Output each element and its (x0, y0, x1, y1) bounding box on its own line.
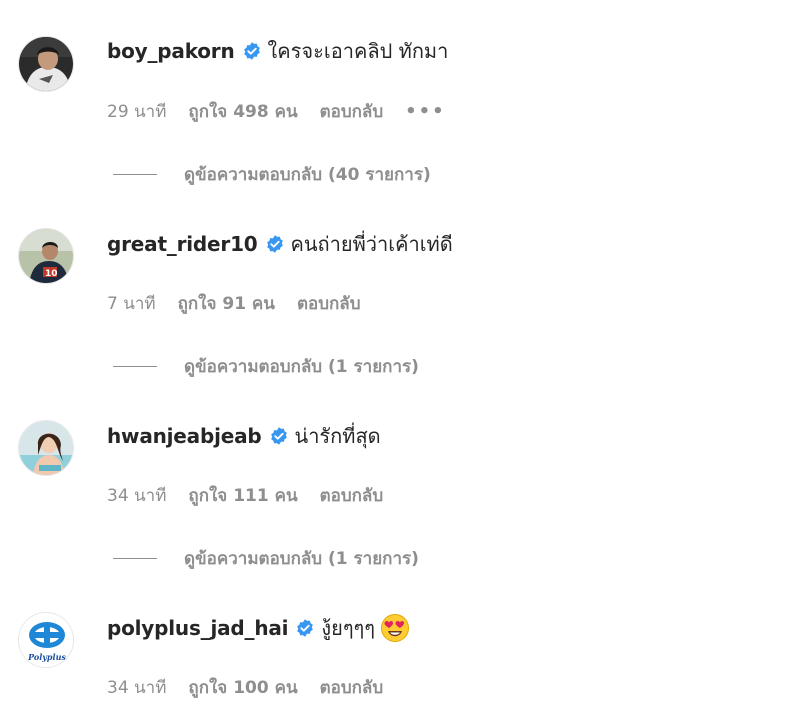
comment-time[interactable]: 34 นาที (107, 482, 166, 509)
comment-text: งู้ยๆๆๆ (321, 616, 376, 640)
avatar-image (19, 37, 73, 91)
verified-badge-icon (243, 42, 260, 60)
comment-time[interactable]: 34 นาที (107, 674, 166, 701)
view-replies-label: ดูข้อความตอบกลับ (1 รายการ) (184, 548, 419, 569)
verified-badge-icon (297, 619, 314, 637)
view-replies-button[interactable]: ดูข้อความตอบกลับ (40 รายการ) (113, 162, 431, 186)
reply-button[interactable]: ตอบกลับ (320, 482, 384, 509)
comment-likes[interactable]: ถูกใจ 100 คน (188, 674, 297, 701)
avatar[interactable]: Polyplus (18, 612, 74, 668)
view-replies-button[interactable]: ดูข้อความตอบกลับ (1 รายการ) (113, 546, 419, 570)
avatar[interactable]: 10 (18, 228, 74, 284)
username[interactable]: hwanjeabjeab (107, 424, 262, 448)
reply-button[interactable]: ตอบกลับ (297, 290, 361, 317)
comment-likes[interactable]: ถูกใจ 111 คน (188, 482, 297, 509)
comment-text: น่ารักที่สุด (294, 424, 381, 448)
divider-line (113, 365, 157, 367)
divider-line (113, 557, 157, 559)
avatar-image (19, 421, 73, 475)
comment-likes[interactable]: ถูกใจ 91 คน (178, 290, 275, 317)
comment-time[interactable]: 7 นาที (107, 290, 156, 317)
divider-line (113, 173, 157, 175)
username[interactable]: great_rider10 (107, 232, 258, 256)
svg-text:10: 10 (45, 269, 58, 279)
reply-button[interactable]: ตอบกลับ (320, 674, 384, 701)
verified-badge-icon (270, 427, 287, 445)
avatar[interactable] (18, 420, 74, 476)
view-replies-label: ดูข้อความตอบกลับ (40 รายการ) (184, 164, 431, 185)
comment-text: ใครจะเอาคลิป ทักมา (267, 39, 449, 63)
view-replies-label: ดูข้อความตอบกลับ (1 รายการ) (184, 356, 419, 377)
comment-header: hwanjeabjeab น่ารักที่สุด (107, 421, 381, 451)
comment-meta: 34 นาที ถูกใจ 100 คน ตอบกลับ (107, 675, 405, 699)
view-replies-button[interactable]: ดูข้อความตอบกลับ (1 รายการ) (113, 354, 419, 378)
comment-header: great_rider10 คนถ่ายพี่ว่าเค้าเท่ดี (107, 229, 453, 259)
avatar-image: 10 (19, 229, 73, 283)
comment-meta: 29 นาที ถูกใจ 498 คน ตอบกลับ ••• (107, 99, 468, 123)
polyplus-logo-icon: Polyplus (19, 613, 73, 667)
username[interactable]: boy_pakorn (107, 39, 235, 63)
comment-header: polyplus_jad_hai งู้ยๆๆๆ (107, 613, 410, 643)
comment-meta: 7 นาที ถูกใจ 91 คน ตอบกลับ (107, 291, 382, 315)
comment-meta: 34 นาที ถูกใจ 111 คน ตอบกลับ (107, 483, 405, 507)
comment-header: boy_pakorn ใครจะเอาคลิป ทักมา (107, 36, 448, 66)
heart-eyes-emoji-icon (381, 614, 410, 642)
verified-badge-icon (266, 235, 283, 253)
comment-time[interactable]: 29 นาที (107, 98, 166, 125)
comment-likes[interactable]: ถูกใจ 498 คน (188, 98, 297, 125)
username[interactable]: polyplus_jad_hai (107, 616, 289, 640)
avatar[interactable] (18, 36, 74, 92)
svg-text:Polyplus: Polyplus (27, 652, 66, 662)
reply-button[interactable]: ตอบกลับ (320, 98, 384, 125)
comment-text: คนถ่ายพี่ว่าเค้าเท่ดี (290, 232, 453, 256)
more-options-icon[interactable]: ••• (405, 101, 446, 122)
